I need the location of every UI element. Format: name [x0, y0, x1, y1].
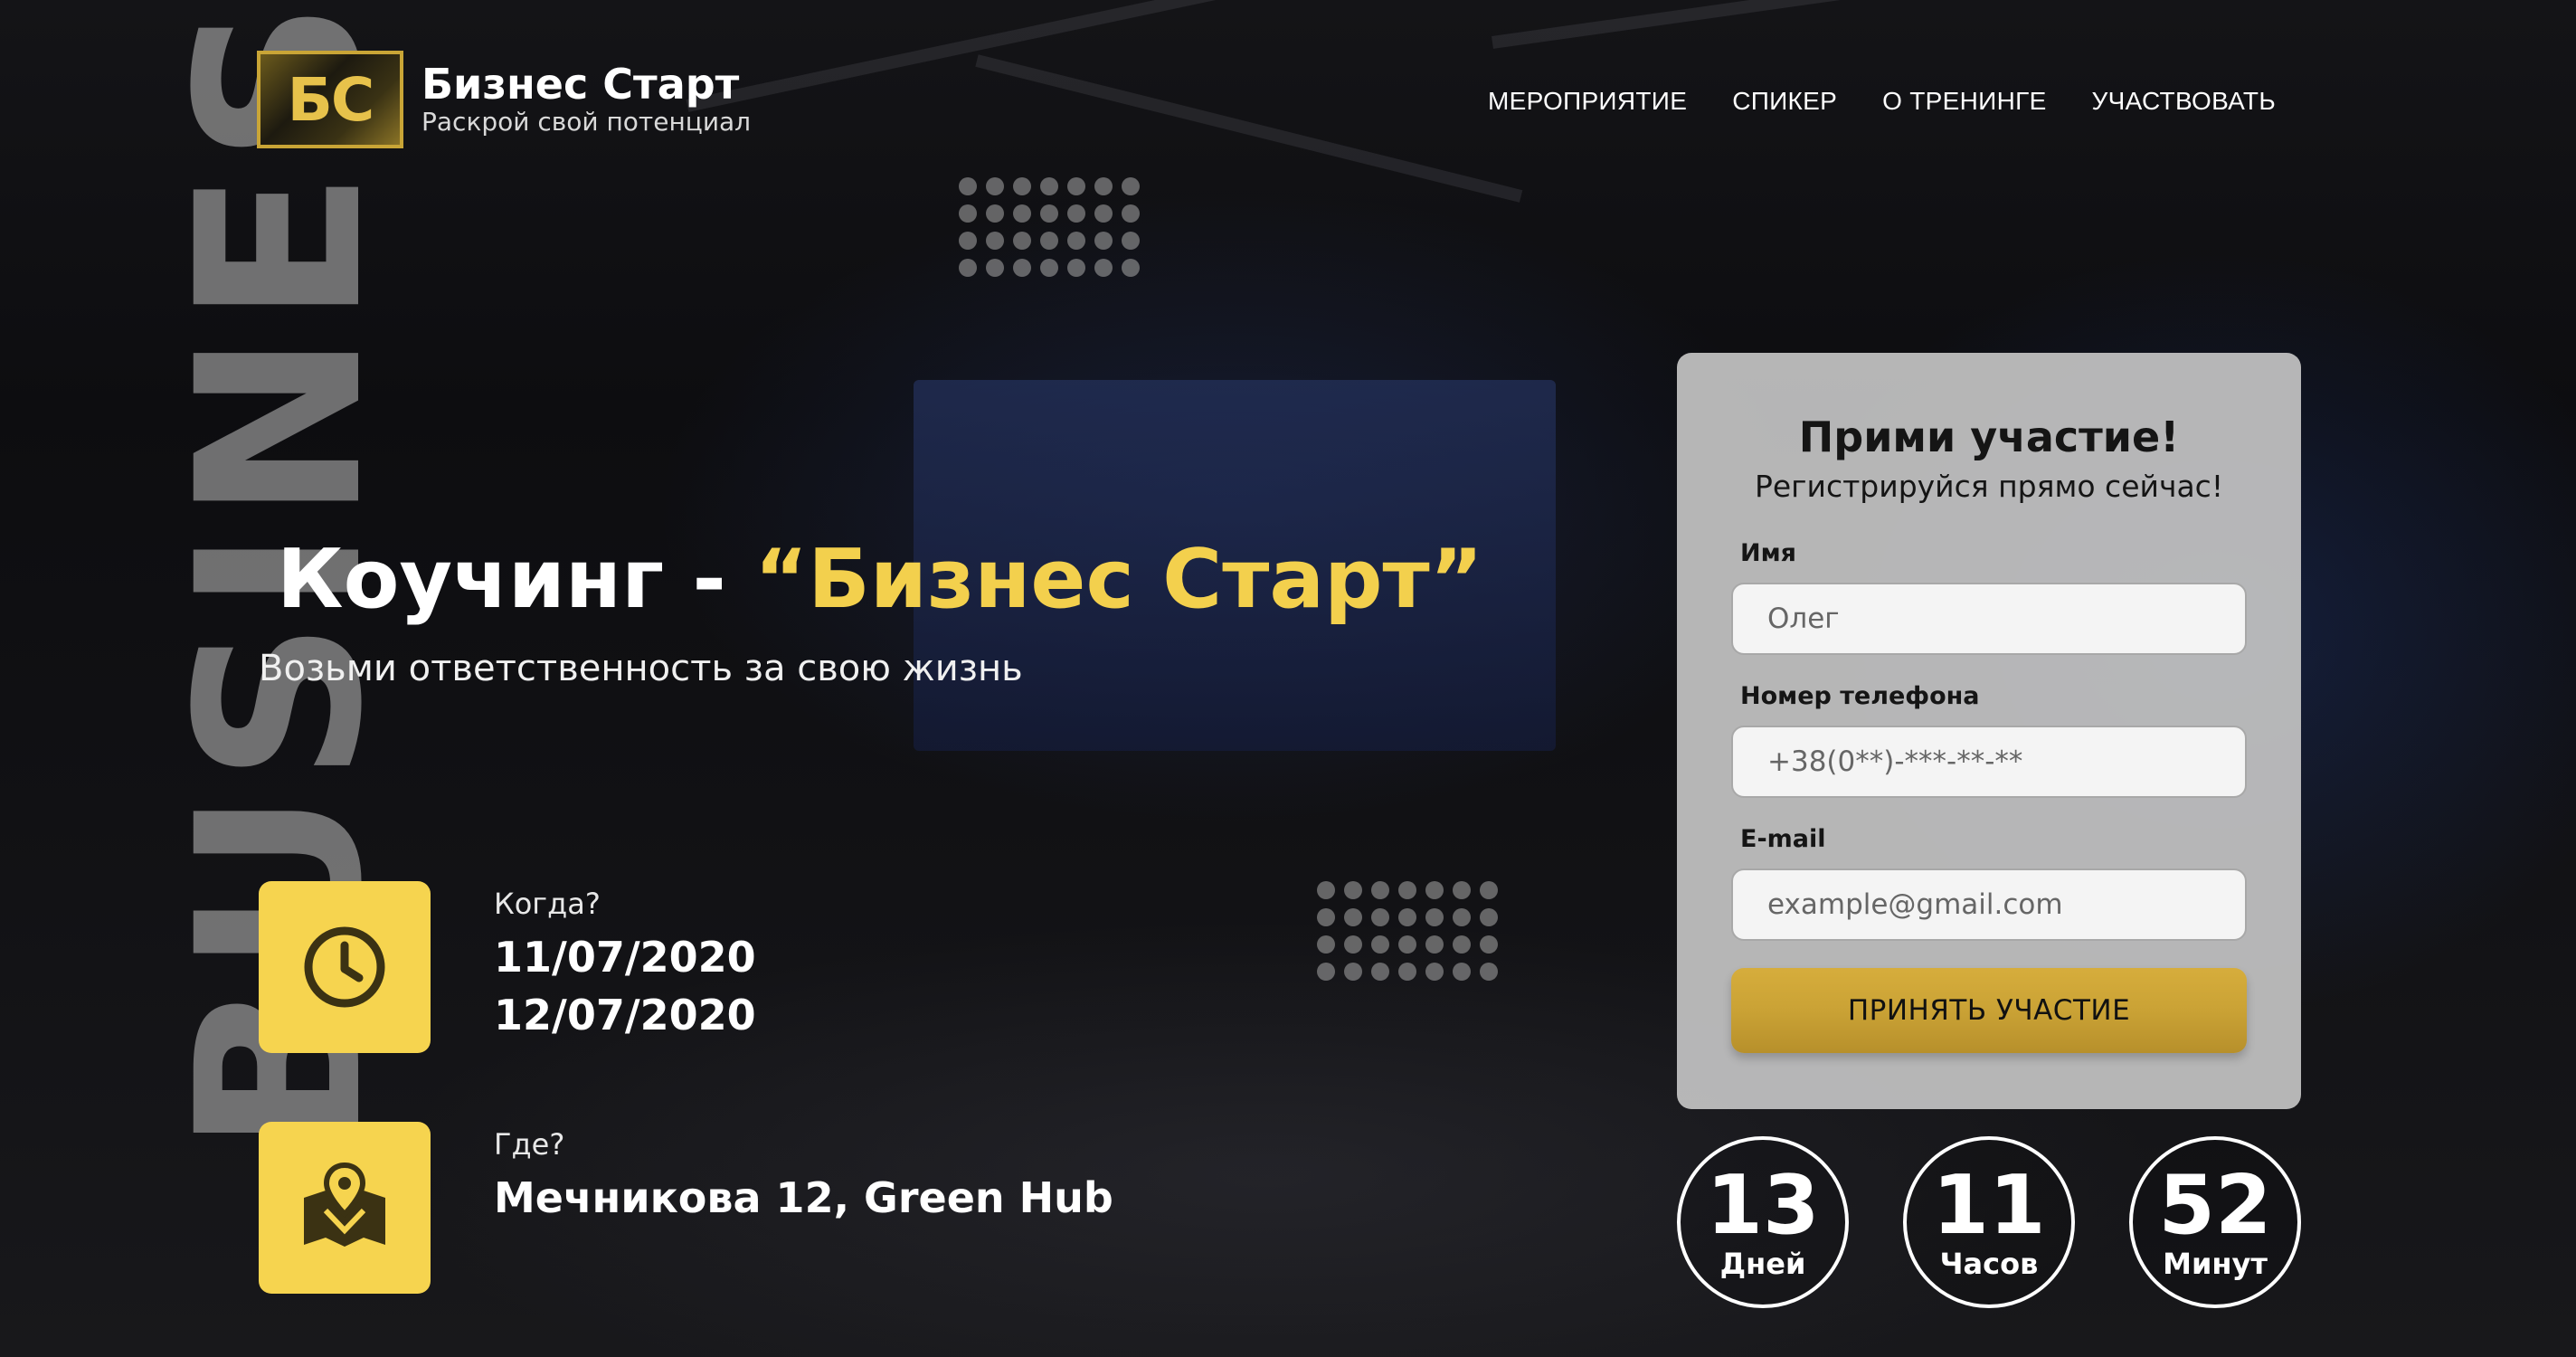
registration-form: Прими участие! Регистрируйся прямо сейча… — [1677, 353, 2301, 1109]
where-value: Мечникова 12, Green Hub — [494, 1173, 1113, 1222]
decorative-dots-middle — [1317, 881, 1498, 981]
main-nav: МЕРОПРИЯТИЕ СПИКЕР О ТРЕНИНГЕ УЧАСТВОВАТ… — [1488, 87, 2276, 116]
logo[interactable]: БС Бизнес Старт Раскрой свой потенциал — [257, 51, 751, 148]
when-icon-box — [259, 881, 431, 1053]
nav-item-event[interactable]: МЕРОПРИЯТИЕ — [1488, 87, 1687, 116]
form-title: Прими участие! — [1798, 413, 2180, 461]
clock-icon — [304, 926, 385, 1008]
email-input[interactable] — [1731, 868, 2247, 941]
form-subtitle: Регистрируйся прямо сейчас! — [1754, 469, 2224, 504]
nav-item-about[interactable]: О ТРЕНИНГЕ — [1882, 87, 2046, 116]
countdown-hours-unit: Часов — [1939, 1247, 2039, 1281]
when-date-2: 12/07/2020 — [494, 991, 756, 1039]
phone-label: Номер телефона — [1740, 682, 1980, 710]
where-icon-box — [259, 1122, 431, 1294]
submit-button[interactable]: ПРИНЯТЬ УЧАСТИЕ — [1731, 968, 2247, 1053]
phone-input[interactable] — [1731, 726, 2247, 798]
nav-item-speaker[interactable]: СПИКЕР — [1732, 87, 1837, 116]
hero-subtitle: Возьми ответственность за свою жизнь — [259, 648, 1023, 689]
logo-name: Бизнес Старт — [421, 60, 740, 109]
map-pin-icon — [304, 1162, 385, 1247]
countdown-hours: 11 Часов — [1903, 1136, 2075, 1308]
countdown-minutes: 52 Минут — [2129, 1136, 2301, 1308]
countdown-days-unit: Дней — [1719, 1247, 1806, 1281]
countdown-days-value: 13 — [1706, 1158, 1820, 1253]
hero-title-prefix: Коучинг - — [277, 532, 755, 627]
when-date-1: 11/07/2020 — [494, 933, 756, 982]
logo-tagline: Раскрой свой потенциал — [421, 106, 752, 137]
nav-item-participate[interactable]: УЧАСТВОВАТЬ — [2092, 87, 2276, 116]
hero-title-accent: “Бизнес Старт” — [754, 532, 1483, 627]
name-label: Имя — [1740, 539, 1797, 567]
where-label: Где? — [494, 1127, 565, 1162]
countdown-minutes-value: 52 — [2158, 1158, 2272, 1253]
hero-title: Коучинг - “Бизнес Старт” — [277, 532, 1483, 627]
logo-mark: БС — [257, 51, 403, 148]
countdown-days: 13 Дней — [1677, 1136, 1849, 1308]
countdown-hours-value: 11 — [1932, 1158, 2046, 1253]
countdown-minutes-unit: Минут — [2163, 1247, 2268, 1281]
email-label: E-mail — [1740, 825, 1826, 853]
when-label: Когда? — [494, 887, 601, 921]
name-input[interactable] — [1731, 583, 2247, 655]
decorative-dots-top — [959, 177, 1140, 277]
